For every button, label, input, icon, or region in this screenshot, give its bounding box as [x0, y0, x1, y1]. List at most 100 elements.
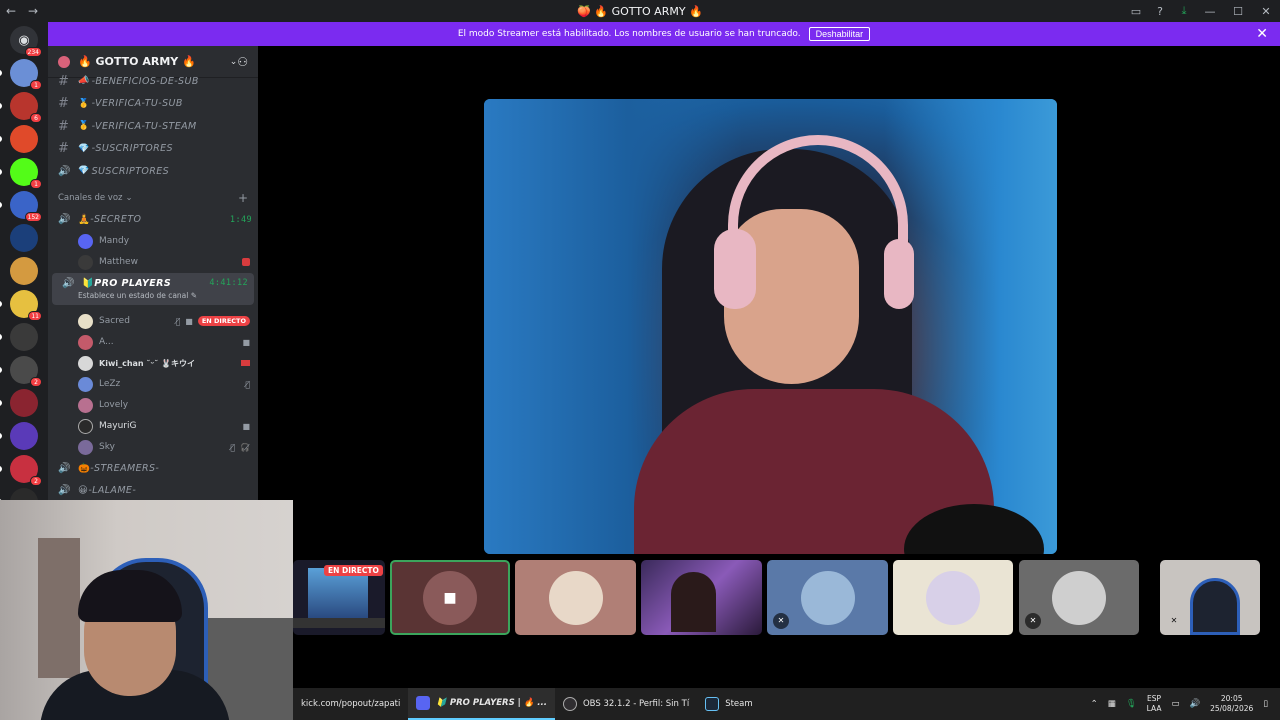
taskbar-item-label: 🔰 PRO PLAYERS | 🔥 ...	[436, 698, 547, 708]
unread-pip	[0, 301, 2, 307]
mention-badge: 11	[28, 311, 42, 321]
clock[interactable]: 20:05 25/08/2026	[1210, 694, 1253, 714]
live-badge: EN DIRECTO	[197, 316, 250, 326]
participant-tile[interactable]: ✕	[1019, 560, 1139, 635]
maximize-button[interactable]: ☐	[1224, 0, 1252, 22]
tray-app-icon[interactable]: ▦	[1108, 699, 1116, 709]
taskbar-item-obs[interactable]: OBS 32.1.2 - Perfil: Sin Tí	[555, 688, 697, 720]
hash-icon: #	[58, 118, 70, 134]
chevron-up-icon[interactable]: ⌃	[1091, 699, 1098, 709]
add-channel-icon[interactable]: +	[238, 191, 248, 205]
guild-icon[interactable]	[0, 125, 38, 153]
guild-icon[interactable]: 1	[0, 59, 42, 90]
channel-emoji: 💎	[78, 143, 90, 154]
invite-people-icon[interactable]: ⚇	[237, 55, 248, 69]
mention-badge: 2	[30, 377, 42, 387]
taskbar-item-browser[interactable]: kick.com/popout/zapati	[293, 688, 408, 720]
channel-name: -VERIFICA-TU-STEAM	[91, 120, 197, 132]
voice-user-name: MayuriG	[99, 421, 137, 431]
mention-badge: 1	[30, 80, 42, 90]
participant-tile[interactable]	[893, 560, 1013, 635]
taskbar-item-steam[interactable]: Steam	[697, 688, 760, 720]
voice-category-header[interactable]: Canales de voz ⌄ +	[48, 187, 258, 209]
voice-channel-pro-players[interactable]: 🔊 🔰 PRO PLAYERS 4:41:12 Establece un est…	[52, 272, 254, 305]
voice-user[interactable]: Mandy	[48, 231, 258, 252]
channel-status-text: Establece un estado de canal	[78, 291, 189, 300]
channel-emoji: 🔰	[82, 277, 95, 289]
deafened-icon: 🎧̸	[240, 442, 250, 452]
voice-user[interactable]: Sky 🎙̸ 🎧̸	[48, 437, 258, 458]
guild-icon[interactable]	[0, 422, 38, 450]
close-icon[interactable]: ✕	[1256, 26, 1268, 42]
volume-icon[interactable]: 🔊	[1189, 699, 1200, 709]
language-indicator[interactable]: ESP LAA	[1147, 694, 1162, 714]
guild-icon[interactable]	[10, 224, 38, 252]
minimize-button[interactable]: —	[1196, 0, 1224, 22]
participant-tile[interactable]: ✕	[767, 560, 888, 635]
voice-user[interactable]: Sacred 🎙̸ ■ EN DIRECTO	[48, 311, 258, 332]
network-icon[interactable]: ▭	[1171, 699, 1179, 709]
channel-sidebar: 🔥 GOTTO ARMY 🔥 ⌄ ⚇ # 📣 -BENEFICIOS-DE-SUB #…	[48, 46, 258, 500]
voice-channel-secreto[interactable]: 🔊 🧘 -SECRETO 1:49	[48, 209, 258, 231]
hash-icon: #	[58, 141, 70, 157]
text-channel[interactable]: # 📣 -BENEFICIOS-DE-SUB	[48, 70, 258, 93]
guild-icon[interactable]: 2	[0, 356, 42, 387]
home-unread-badge: 234	[24, 47, 42, 57]
guild-icon[interactable]: 1	[0, 158, 42, 189]
channel-emoji: 💎	[78, 166, 90, 177]
voice-channel-streamers[interactable]: 🔊 🎃 -STREAMERS-	[48, 458, 258, 480]
text-channel[interactable]: # 💎 -SUSCRIPTORES	[48, 138, 258, 161]
avatar	[78, 254, 93, 270]
participant-tile[interactable]: EN DIRECTO	[293, 560, 385, 635]
download-icon[interactable]: ⤓	[1172, 0, 1196, 22]
text-channel[interactable]: 🔊 💎 SUSCRIPTORES	[48, 160, 258, 183]
discord-home-button[interactable]: ◉ 234	[10, 26, 42, 57]
voice-user-name: Kiwi_chan ˘ᵕ˘ 🐰キウイ	[99, 358, 196, 368]
voice-channel-next[interactable]: 🔊 😀 -LALAME-	[48, 480, 258, 501]
guild-icon[interactable]	[0, 323, 38, 351]
guild-icon[interactable]	[10, 257, 38, 285]
notifications-icon[interactable]: ▯	[1263, 699, 1268, 709]
participant-tile[interactable]: ✕	[1160, 560, 1260, 635]
voice-user[interactable]: Matthew	[48, 252, 258, 273]
voice-user[interactable]: Lovely	[48, 395, 258, 416]
set-channel-status[interactable]: Establece un estado de canal ✎	[62, 291, 248, 300]
mic-muted-icon: ✕	[773, 613, 789, 629]
voice-user[interactable]: Kiwi_chan ˘ᵕ˘ 🐰キウイ	[48, 353, 258, 374]
close-window-button[interactable]: ✕	[1252, 0, 1280, 22]
channel-name: -LALAME-	[88, 485, 137, 496]
text-channel[interactable]: # 🥇 -VERIFICA-TU-STEAM	[48, 115, 258, 138]
guild-icon[interactable]	[0, 389, 38, 417]
speaker-icon: 🔊	[62, 277, 75, 289]
voice-user[interactable]: MayuriG ■	[48, 416, 258, 437]
help-icon[interactable]: ?	[1148, 0, 1172, 22]
chevron-down-icon[interactable]: ⌄	[230, 57, 238, 67]
text-channel[interactable]: # 🥇 -VERIFICA-TU-SUB	[48, 93, 258, 116]
title-bar: ← → 🍑 🔥 GOTTO ARMY 🔥 ▭ ? ⤓ — ☐ ✕	[0, 0, 1280, 22]
guild-icon[interactable]: 2	[0, 455, 42, 486]
disable-streamer-mode-button[interactable]: Deshabilitar	[808, 27, 871, 41]
channel-emoji: 🥇	[78, 121, 90, 132]
channel-emoji: 🥇	[78, 98, 90, 109]
unread-pip	[0, 367, 2, 373]
guild-icon[interactable]: 202	[0, 488, 38, 500]
participant-tile[interactable]	[641, 560, 762, 635]
inbox-icon[interactable]: ▭	[1124, 0, 1148, 22]
focused-video-stream[interactable]	[484, 99, 1057, 554]
guild-icon[interactable]: 11	[0, 290, 42, 321]
avatar	[78, 355, 93, 371]
voice-user[interactable]: LeZz 🎙̸	[48, 374, 258, 395]
voice-user[interactable]: A... ■	[48, 332, 258, 353]
avatar	[548, 570, 603, 625]
participant-tile[interactable]	[515, 560, 636, 635]
forward-arrow-icon[interactable]: →	[22, 4, 44, 18]
taskbar-item-label: kick.com/popout/zapati	[301, 699, 401, 709]
back-arrow-icon[interactable]: ←	[0, 4, 22, 18]
participant-tile[interactable]: ■	[390, 560, 510, 635]
voice-timer: 1:49	[229, 214, 252, 225]
guild-icon[interactable]: 6	[0, 92, 42, 123]
guild-icon[interactable]: 152	[0, 191, 42, 222]
taskbar-item-discord[interactable]: 🔰 PRO PLAYERS | 🔥 ...	[408, 688, 555, 720]
server-name: 🔥 GOTTO ARMY 🔥	[78, 55, 196, 68]
microphone-icon[interactable]: 🎙	[1126, 699, 1137, 709]
